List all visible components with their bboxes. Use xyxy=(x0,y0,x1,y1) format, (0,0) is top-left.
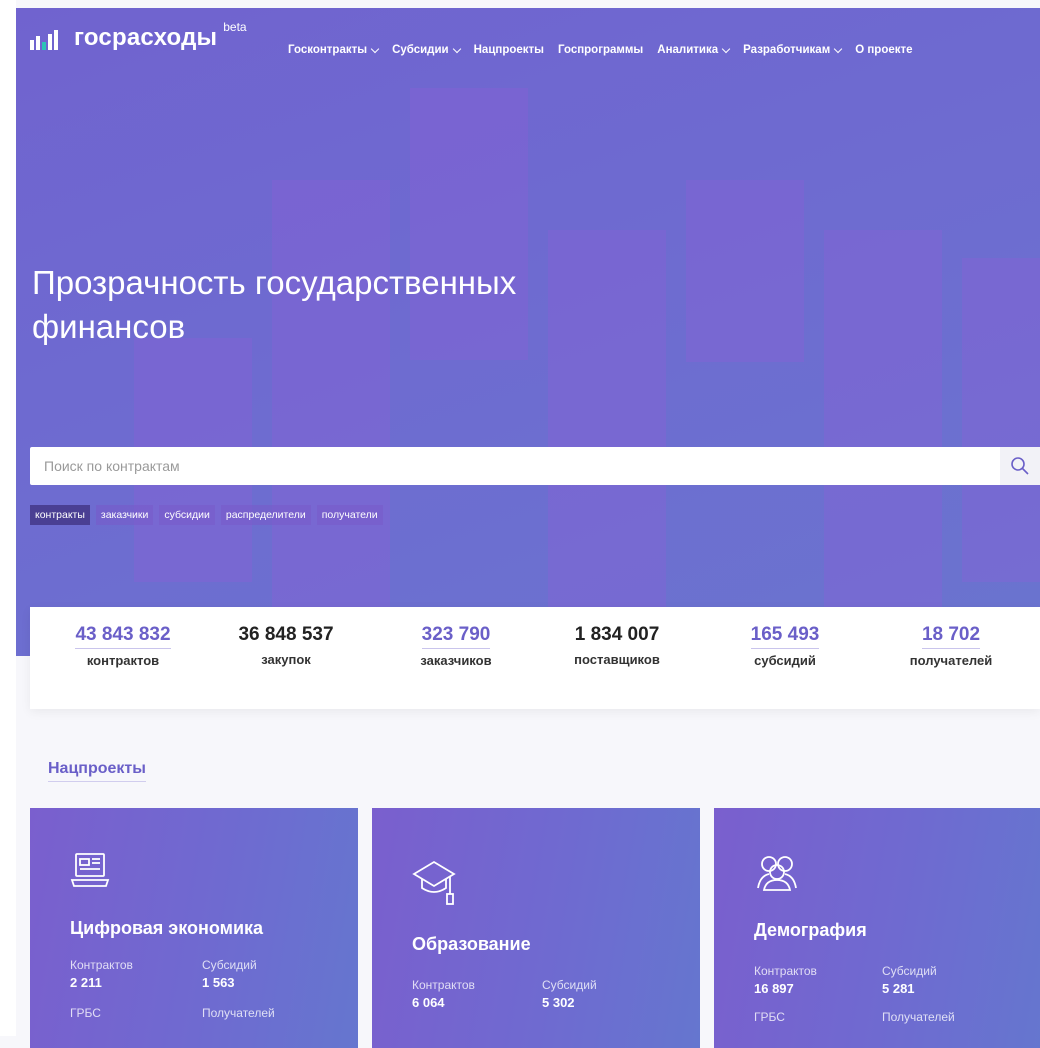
bg-bar-decor xyxy=(272,180,390,620)
stat-value[interactable]: 165 493 xyxy=(750,624,820,649)
card-stat-value: 6 064 xyxy=(412,995,445,1010)
stat-item[interactable]: 43 843 832 контрактов xyxy=(48,624,198,668)
chevron-down-icon xyxy=(721,44,731,53)
nav-item-label: Госпрограммы xyxy=(558,44,644,56)
project-card-digital-economy[interactable]: Цифровая экономика Контрактов 2 211 Субси… xyxy=(30,808,358,1048)
bg-bar-decor xyxy=(824,230,942,610)
card-stat-label: Получателей xyxy=(882,1010,955,1024)
stat-value[interactable]: 18 702 xyxy=(921,624,981,649)
card-title: Образование xyxy=(412,934,531,954)
card-stat-label: Субсидий xyxy=(202,958,257,972)
stat-item[interactable]: 18 702 получателей xyxy=(876,624,1026,668)
top-navigation: госрасходы beta Госконтракты Субсидии Нацп… xyxy=(16,8,1040,78)
card-stat-label: Контрактов xyxy=(412,978,475,992)
nav-item[interactable]: Госпрограммы xyxy=(558,44,643,56)
chevron-down-icon xyxy=(370,44,380,53)
search-tab[interactable]: распределители xyxy=(220,505,311,525)
search-tab[interactable]: контракты xyxy=(30,505,90,525)
nav-item[interactable]: О проекте xyxy=(855,44,912,56)
card-stat-label: Получателей xyxy=(202,1006,275,1020)
project-card-education[interactable]: Образование Контрактов 6 064 Субсидий 5 30… xyxy=(372,808,700,1048)
stat-label: контрактов xyxy=(86,653,160,668)
card-stat-label: Контрактов xyxy=(70,958,133,972)
nav-item-label: Нацпроекты xyxy=(473,44,544,56)
stat-item[interactable]: 323 790 заказчиков xyxy=(381,624,531,668)
chevron-down-icon xyxy=(452,44,461,53)
card-stat-label: ГРБС xyxy=(754,1010,785,1024)
nav-item[interactable]: Субсидии xyxy=(392,44,461,56)
search-icon xyxy=(1011,457,1029,475)
search-tab[interactable]: субсидии xyxy=(159,505,215,525)
card-title: Цифровая экономика xyxy=(70,918,264,938)
nav-item[interactable]: Нацпроекты xyxy=(474,44,544,56)
search-input[interactable] xyxy=(30,448,1000,484)
bg-bar-decor xyxy=(962,258,1040,582)
hero-title: Прозрачность государственных финансов xyxy=(32,264,517,345)
graduation-cap-icon xyxy=(412,858,456,915)
card-stat-value: 1 563 xyxy=(202,975,235,990)
section-title-natsproekty[interactable]: Нацпроекты xyxy=(48,760,146,782)
card-stat-label: ГРБС xyxy=(70,1006,101,1020)
search-bar xyxy=(30,447,1040,485)
card-stat-label: Субсидий xyxy=(882,964,937,978)
brand-name: госрасходы xyxy=(74,24,218,51)
search-button[interactable] xyxy=(1000,447,1040,485)
nav-item[interactable]: Аналитика xyxy=(657,44,731,56)
stat-value[interactable]: 43 843 832 xyxy=(75,624,171,649)
card-stat-label: Субсидий xyxy=(542,978,597,992)
search-tab[interactable]: заказчики xyxy=(95,505,154,525)
card-stat-value: 16 897 xyxy=(754,981,794,996)
nav-item-label: Субсидии xyxy=(392,44,449,56)
nav-item[interactable]: Разработчикам xyxy=(743,44,843,56)
search-tab[interactable]: получатели xyxy=(316,505,383,525)
card-stat-label: Контрактов xyxy=(754,964,817,978)
people-icon xyxy=(754,852,800,897)
stat-label: получателей xyxy=(909,653,993,668)
card-stat-value: 5 302 xyxy=(542,995,575,1010)
search-type-tabs: контракты заказчики субсидии распределители… xyxy=(30,505,383,525)
site-logo[interactable]: госрасходы beta xyxy=(30,20,247,52)
card-stat-value: 5 281 xyxy=(882,981,915,996)
stat-value: 1 834 007 xyxy=(574,624,660,645)
nav-item-label: О проекте xyxy=(855,44,913,56)
stat-item: 36 848 537 закупок xyxy=(211,624,361,667)
stat-label: закупок xyxy=(261,652,311,667)
chevron-down-icon xyxy=(833,44,843,53)
laptop-icon xyxy=(70,850,110,895)
stat-label: субсидий xyxy=(754,653,816,668)
main-nav: Госконтракты Субсидии Нацпроекты Госпрограм… xyxy=(288,44,927,56)
project-card-demography[interactable]: Демография Контрактов 16 897 Субсидий 5 28… xyxy=(714,808,1040,1048)
page-left-margin xyxy=(0,0,16,1036)
stat-value: 36 848 537 xyxy=(238,624,334,645)
logo-bars-icon xyxy=(30,24,68,52)
nav-item-label: Разработчикам xyxy=(743,44,831,56)
stat-label: поставщиков xyxy=(574,652,660,667)
nav-item-label: Аналитика xyxy=(657,44,719,56)
stat-label: заказчиков xyxy=(420,653,492,668)
stats-panel: 43 843 832 контрактов 36 848 537 закупок 323… xyxy=(30,607,1040,709)
hero-banner: госрасходы beta Госконтракты Субсидии Нацп… xyxy=(16,8,1040,656)
stat-value[interactable]: 323 790 xyxy=(421,624,491,649)
nav-item-label: Госконтракты xyxy=(288,44,368,56)
card-stat-value: 2 211 xyxy=(70,975,102,990)
nav-item[interactable]: Госконтракты xyxy=(288,44,380,56)
stat-item: 1 834 007 поставщиков xyxy=(542,624,692,667)
beta-badge: beta xyxy=(223,20,247,34)
stat-item[interactable]: 165 493 субсидий xyxy=(710,624,860,668)
card-title: Демография xyxy=(754,920,867,940)
